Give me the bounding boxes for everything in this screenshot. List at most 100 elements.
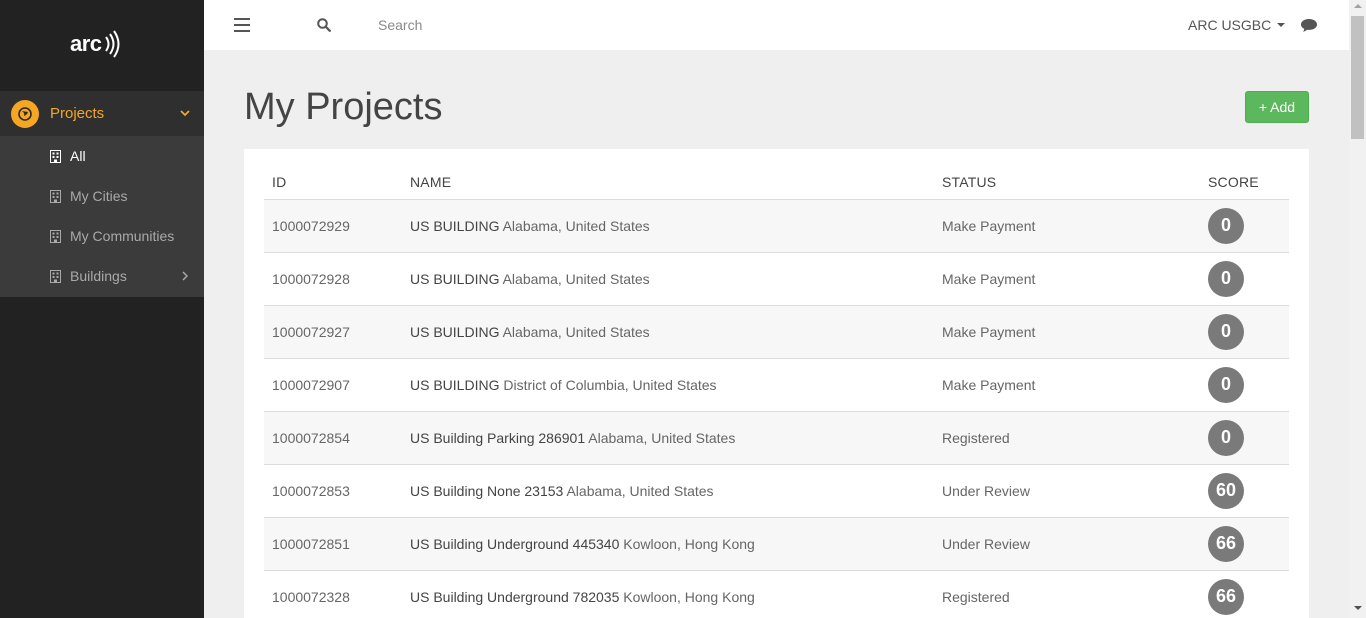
chevron-right-icon	[182, 271, 188, 281]
scrollbar-thumb[interactable]	[1351, 16, 1364, 139]
score-badge: 0	[1208, 313, 1244, 350]
project-name-cell: US BUILDING Alabama, United States	[402, 252, 934, 306]
projects-table: ID NAME STATUS SCORE 1000072929 US BUILD…	[264, 166, 1289, 618]
project-score-cell: 66	[1200, 570, 1289, 618]
score-badge: 0	[1208, 207, 1244, 244]
project-location: Kowloon, Hong Kong	[623, 588, 755, 605]
project-status: Under Review	[934, 464, 1200, 518]
score-badge: 60	[1208, 472, 1244, 509]
project-name-cell: US BUILDING District of Columbia, United…	[402, 358, 934, 412]
topbar: ARC USGBC	[204, 0, 1349, 50]
project-status: Make Payment	[934, 199, 1200, 253]
page-scrollbar[interactable]	[1349, 0, 1366, 618]
project-name: US BUILDING	[410, 217, 500, 234]
project-status: Make Payment	[934, 252, 1200, 306]
project-id: 1000072851	[264, 517, 402, 571]
building-icon	[50, 269, 61, 283]
project-status: Under Review	[934, 517, 1200, 571]
add-project-button[interactable]: + Add	[1245, 91, 1309, 123]
project-name: US BUILDING	[410, 323, 500, 340]
score-badge: 0	[1208, 260, 1244, 297]
project-location: District of Columbia, United States	[503, 376, 717, 393]
project-location: Kowloon, Hong Kong	[623, 535, 755, 552]
project-name-cell: US Building None 23153 Alabama, United S…	[402, 464, 934, 518]
project-name-cell: US Building Underground 782035 Kowloon, …	[402, 570, 934, 618]
table-header-row: ID NAME STATUS SCORE	[264, 166, 1289, 200]
sidebar-item-label: My Communities	[70, 228, 175, 244]
project-score-cell: 0	[1200, 411, 1289, 465]
table-row[interactable]: 1000072929 US BUILDING Alabama, United S…	[264, 199, 1289, 253]
project-location: Alabama, United States	[502, 323, 650, 340]
score-badge: 0	[1208, 419, 1244, 456]
projects-table-card: ID NAME STATUS SCORE 1000072929 US BUILD…	[244, 149, 1309, 618]
project-name: US Building Underground 445340	[410, 535, 620, 552]
building-icon	[50, 229, 61, 243]
table-row[interactable]: 1000072928 US BUILDING Alabama, United S…	[264, 252, 1289, 306]
project-score-cell: 66	[1200, 517, 1289, 571]
project-status: Registered	[934, 570, 1200, 618]
arc-logo[interactable]: arc	[70, 28, 123, 60]
sidebar-item-all[interactable]: All	[0, 136, 204, 176]
globe-icon	[11, 99, 39, 128]
logo-waves-icon	[104, 30, 120, 58]
project-location: Alabama, United States	[588, 429, 736, 446]
logo-text: arc	[70, 31, 102, 56]
table-row[interactable]: 1000072927 US BUILDING Alabama, United S…	[264, 305, 1289, 359]
sidebar-item-projects[interactable]: Projects	[0, 91, 204, 136]
search-input[interactable]	[378, 14, 678, 36]
project-name-cell: US BUILDING Alabama, United States	[402, 199, 934, 253]
search-icon[interactable]	[317, 18, 331, 32]
project-status: Registered	[934, 411, 1200, 465]
sidebar-item-my-cities[interactable]: My Cities	[0, 176, 204, 216]
project-id: 1000072927	[264, 305, 402, 359]
project-score-cell: 0	[1200, 252, 1289, 306]
sidebar-item-label: Buildings	[70, 268, 127, 284]
account-name: ARC USGBC	[1188, 17, 1272, 33]
project-score-cell: 60	[1200, 464, 1289, 518]
column-header-name[interactable]: NAME	[402, 166, 934, 200]
scroll-up-arrow-icon[interactable]	[1354, 4, 1362, 8]
chevron-down-icon	[180, 110, 190, 117]
project-status: Make Payment	[934, 305, 1200, 359]
table-row[interactable]: 1000072328 US Building Underground 78203…	[264, 570, 1289, 618]
chat-bubble-icon[interactable]	[1300, 18, 1318, 33]
table-row[interactable]: 1000072854 US Building Parking 286901 Al…	[264, 411, 1289, 465]
project-name-cell: US Building Parking 286901 Alabama, Unit…	[402, 411, 934, 465]
project-location: Alabama, United States	[502, 217, 650, 234]
project-id: 1000072854	[264, 411, 402, 465]
scroll-down-arrow-icon[interactable]	[1354, 606, 1362, 610]
column-header-score[interactable]: SCORE	[1200, 166, 1289, 200]
page-title: My Projects	[244, 86, 443, 128]
score-badge: 66	[1208, 525, 1244, 562]
project-location: Alabama, United States	[502, 270, 650, 287]
table-row[interactable]: 1000072907 US BUILDING District of Colum…	[264, 358, 1289, 412]
column-header-id[interactable]: ID	[264, 166, 402, 200]
projects-submenu: All My Cities My Communities Buildings	[0, 136, 204, 297]
project-id: 1000072929	[264, 199, 402, 253]
project-name: US BUILDING	[410, 270, 500, 287]
project-name-cell: US BUILDING Alabama, United States	[402, 305, 934, 359]
project-id: 1000072907	[264, 358, 402, 412]
sidebar-item-label: All	[70, 148, 86, 164]
project-name-cell: US Building Underground 445340 Kowloon, …	[402, 517, 934, 571]
project-name: US Building Parking 286901	[410, 429, 586, 446]
table-row[interactable]: 1000072851 US Building Underground 44534…	[264, 517, 1289, 571]
project-id: 1000072853	[264, 464, 402, 518]
project-location: Alabama, United States	[566, 482, 714, 499]
table-row[interactable]: 1000072853 US Building None 23153 Alabam…	[264, 464, 1289, 518]
account-menu[interactable]: ARC USGBC	[1188, 17, 1286, 33]
column-header-status[interactable]: STATUS	[934, 166, 1200, 200]
sidebar-item-buildings[interactable]: Buildings	[0, 256, 204, 296]
project-score-cell: 0	[1200, 305, 1289, 359]
score-badge: 66	[1208, 578, 1244, 615]
score-badge: 0	[1208, 366, 1244, 403]
sidebar-item-label: Projects	[50, 105, 105, 122]
project-name: US Building None 23153	[410, 482, 564, 499]
hamburger-icon[interactable]	[234, 18, 250, 32]
sidebar: arc Projects All My Cities My Communitie…	[0, 0, 204, 618]
sidebar-item-my-communities[interactable]: My Communities	[0, 216, 204, 256]
project-score-cell: 0	[1200, 199, 1289, 253]
project-status: Make Payment	[934, 358, 1200, 412]
project-name: US BUILDING	[410, 376, 500, 393]
project-score-cell: 0	[1200, 358, 1289, 412]
